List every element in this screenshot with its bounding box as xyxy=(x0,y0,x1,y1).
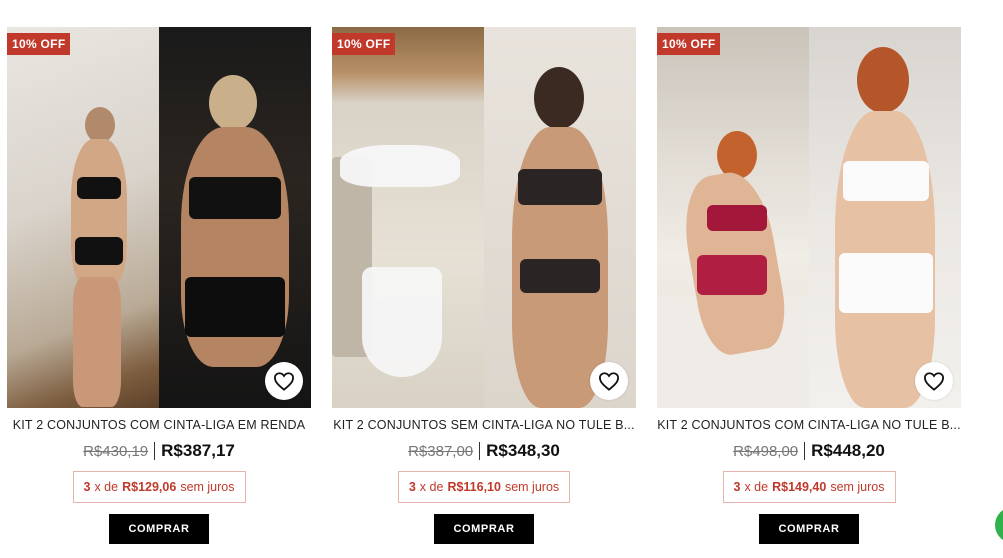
price-row: R$430,19 R$387,17 xyxy=(7,439,311,463)
product-title[interactable]: KIT 2 CONJUNTOS COM CINTA-LIGA EM RENDA xyxy=(7,417,311,433)
product-card: 10% OFF KIT 2 CONJUNTOS SEM CINTA-LIGA N… xyxy=(332,27,636,547)
installments-box: 3 x de R$129,06 sem juros xyxy=(72,471,246,503)
wishlist-button[interactable] xyxy=(590,362,628,400)
product-title[interactable]: KIT 2 CONJUNTOS SEM CINTA-LIGA NO TULE B… xyxy=(332,417,636,433)
product-image-left xyxy=(657,27,809,408)
price-row: R$498,00 R$448,20 xyxy=(657,439,961,463)
installments-note: sem juros xyxy=(504,480,560,494)
product-title[interactable]: KIT 2 CONJUNTOS COM CINTA-LIGA NO TULE B… xyxy=(657,417,961,433)
product-image[interactable]: 10% OFF xyxy=(657,27,961,408)
installments-value: R$129,06 xyxy=(122,480,177,494)
discount-badge: 10% OFF xyxy=(657,33,721,55)
current-price: R$448,20 xyxy=(811,441,885,460)
installments-note: sem juros xyxy=(830,480,885,494)
product-image[interactable]: 10% OFF xyxy=(7,27,311,408)
heart-icon xyxy=(923,372,945,391)
heart-icon xyxy=(598,372,620,391)
current-price: R$348,30 xyxy=(486,441,560,460)
wishlist-button[interactable] xyxy=(915,362,953,400)
installments-note: sem juros xyxy=(180,480,235,494)
product-image-right xyxy=(809,27,961,408)
installments-value: R$116,10 xyxy=(447,480,501,494)
product-image-right xyxy=(159,27,311,408)
product-card: 10% OFF KIT 2 CONJUNTOS COM CINTA-LIGA N… xyxy=(657,27,961,547)
installments-x: x de xyxy=(744,480,769,494)
installments-count: 3 xyxy=(83,480,91,494)
installments-count: 3 xyxy=(733,480,741,494)
buy-button[interactable]: COMPRAR xyxy=(434,514,534,544)
installments-box: 3 x de R$116,10 sem juros xyxy=(397,471,571,503)
installments-count: 3 xyxy=(408,480,416,494)
installments-value: R$149,40 xyxy=(772,480,827,494)
heart-icon xyxy=(273,372,295,391)
price-row: R$387,00 R$348,30 xyxy=(332,439,636,463)
discount-badge: 10% OFF xyxy=(7,33,71,55)
product-image[interactable]: 10% OFF xyxy=(332,27,636,408)
installments-x: x de xyxy=(419,480,444,494)
product-image-left xyxy=(7,27,159,408)
wishlist-button[interactable] xyxy=(265,362,303,400)
product-image-right xyxy=(484,27,636,408)
product-grid: 10% OFF KIT 2 CONJUNTOS COM CINTA-LIGA E… xyxy=(0,0,1003,558)
buy-button[interactable]: COMPRAR xyxy=(109,514,209,544)
installments-x: x de xyxy=(94,480,119,494)
current-price: R$387,17 xyxy=(161,441,235,460)
buy-button[interactable]: COMPRAR xyxy=(759,514,859,544)
price-divider xyxy=(154,442,156,460)
installments-box: 3 x de R$149,40 sem juros xyxy=(722,471,896,503)
old-price: R$387,00 xyxy=(408,442,474,460)
price-divider xyxy=(479,442,481,460)
product-image-left xyxy=(332,27,484,408)
whatsapp-float-button[interactable] xyxy=(995,507,1003,543)
price-divider xyxy=(804,442,806,460)
old-price: R$498,00 xyxy=(733,442,799,460)
old-price: R$430,19 xyxy=(83,442,149,460)
discount-badge: 10% OFF xyxy=(332,33,396,55)
product-card: 10% OFF KIT 2 CONJUNTOS COM CINTA-LIGA E… xyxy=(7,27,311,547)
